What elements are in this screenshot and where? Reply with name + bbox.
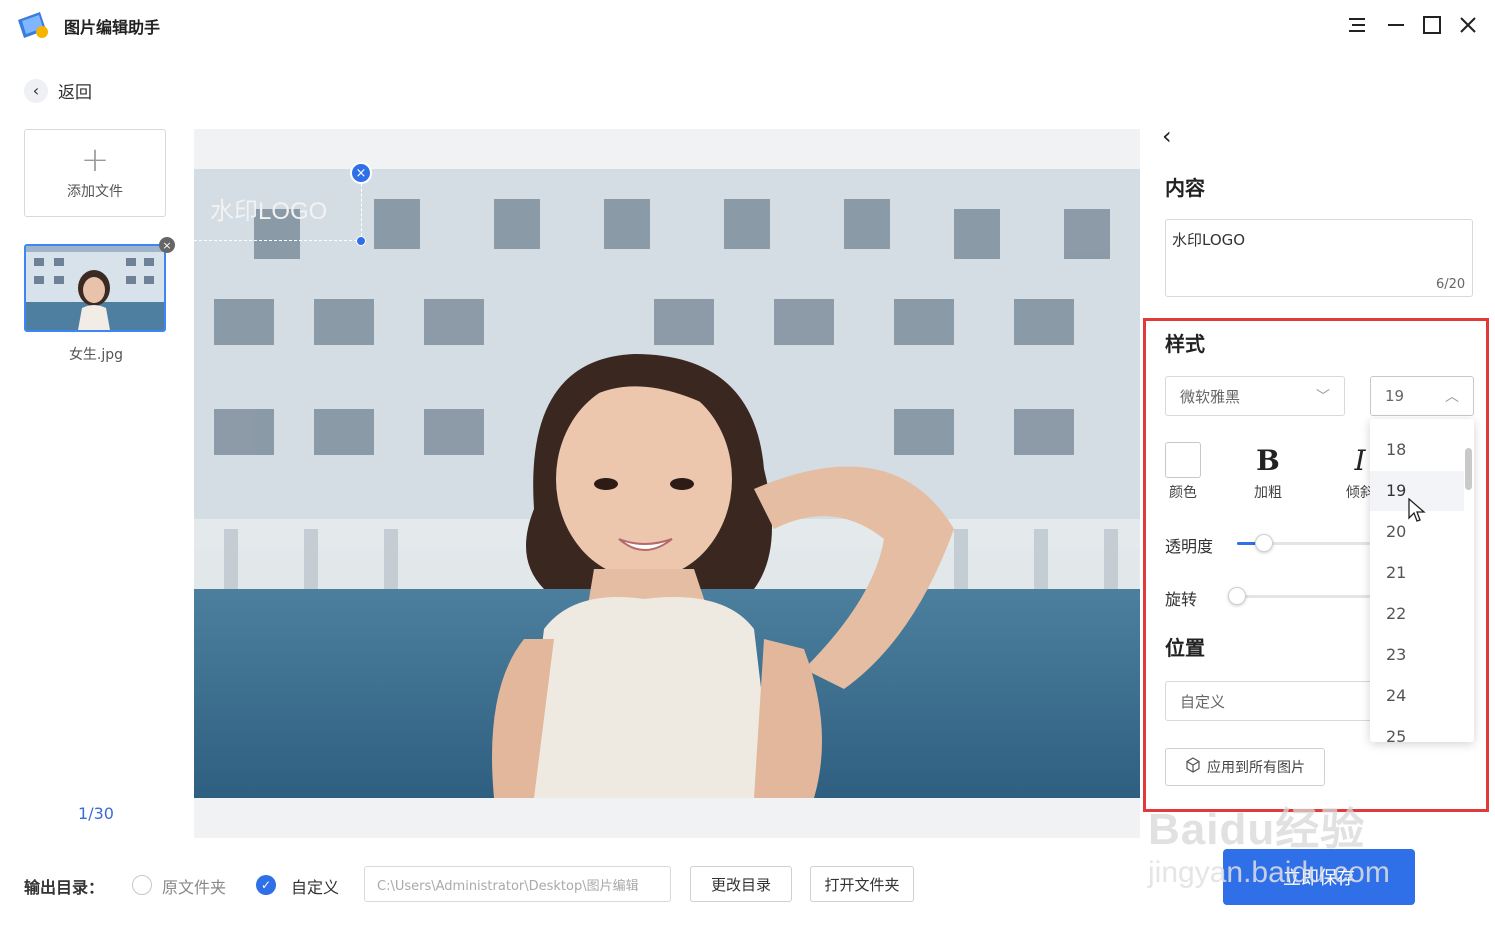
size-option[interactable]: 24: [1370, 676, 1464, 716]
color-swatch: [1165, 442, 1201, 478]
photo-preview: [194, 169, 1140, 798]
dropdown-scrollbar[interactable]: [1465, 448, 1472, 490]
size-option[interactable]: 23: [1370, 635, 1464, 675]
maximize-icon[interactable]: [1419, 12, 1445, 38]
app-title: 图片编辑助手: [64, 18, 161, 37]
add-file-button[interactable]: + 添加文件: [24, 129, 166, 217]
output-dir-label: 输出目录：: [24, 878, 105, 897]
resize-handle[interactable]: [356, 236, 366, 246]
menu-icon[interactable]: [1344, 12, 1370, 38]
watermark-delete-icon[interactable]: ×: [350, 162, 372, 184]
size-option[interactable]: 25: [1370, 717, 1464, 742]
color-label: 颜色: [1169, 485, 1197, 501]
open-folder-button[interactable]: 打开文件夹: [810, 866, 914, 902]
font-select-value: 微软雅黑: [1180, 387, 1241, 406]
mouse-cursor-icon: [1408, 497, 1426, 528]
chevron-down-icon: ﹀: [1316, 389, 1330, 405]
apply-all-label: 应用到所有图片: [1207, 760, 1305, 776]
position-select-value: 自定义: [1180, 692, 1226, 711]
site-watermark-url: jingyan.baidu.com: [1148, 856, 1390, 889]
radio-custom-label: 自定义: [291, 878, 340, 897]
style-section-title: 样式: [1165, 332, 1205, 356]
watermark-text[interactable]: 水印LOGO: [210, 191, 327, 226]
font-size-select[interactable]: 19 ︿: [1370, 376, 1474, 416]
panel-collapse-chevron-left-icon[interactable]: ‹: [1162, 122, 1172, 150]
rotate-slider-track[interactable]: [1237, 595, 1370, 598]
position-select[interactable]: 自定义: [1165, 681, 1385, 721]
size-option[interactable]: 22: [1370, 594, 1464, 634]
opacity-slider-knob[interactable]: [1254, 534, 1273, 552]
radio-original-label: 原文件夹: [162, 878, 227, 897]
font-select[interactable]: 微软雅黑 ﹀: [1165, 376, 1345, 416]
output-path-field[interactable]: C:\Users\Administrator\Desktop\图片编辑: [364, 866, 671, 902]
change-dir-button[interactable]: 更改目录: [690, 866, 792, 902]
add-file-label: 添加文件: [67, 184, 123, 200]
page-counter: 1/30: [78, 804, 114, 823]
rotate-label: 旋转: [1165, 590, 1198, 609]
bold-toggle[interactable]: B 加粗: [1254, 444, 1282, 502]
opacity-label: 透明度: [1165, 537, 1214, 556]
rotate-slider-knob[interactable]: [1228, 587, 1246, 605]
remove-file-icon[interactable]: ×: [159, 237, 175, 253]
apply-all-button[interactable]: 应用到所有图片: [1165, 748, 1325, 786]
radio-custom-folder[interactable]: ✓: [256, 875, 276, 895]
cube-icon: [1185, 757, 1201, 777]
back-label: 返回: [58, 83, 92, 103]
back-button[interactable]: ‹ 返回: [24, 78, 92, 103]
font-size-dropdown: 18 19 20 21 22 23 24 25: [1370, 419, 1474, 742]
content-value: 水印LOGO: [1172, 231, 1246, 249]
bold-label: 加粗: [1254, 485, 1282, 501]
italic-icon: I: [1354, 444, 1366, 477]
size-option[interactable]: 21: [1370, 553, 1464, 593]
file-thumbnail[interactable]: [24, 244, 166, 332]
color-picker[interactable]: 颜色: [1165, 442, 1201, 502]
position-section-title: 位置: [1165, 636, 1205, 660]
app-logo-icon: [16, 10, 50, 40]
radio-original-folder[interactable]: [132, 875, 152, 895]
bold-icon: B: [1256, 444, 1280, 477]
file-name: 女生.jpg: [68, 347, 124, 363]
close-icon[interactable]: [1455, 12, 1481, 38]
site-watermark-logo: Baidu经验: [1148, 805, 1366, 854]
font-size-value: 19: [1385, 387, 1405, 405]
content-char-count: 6/20: [1436, 277, 1466, 292]
size-option[interactable]: 18: [1370, 430, 1464, 470]
chevron-left-icon: ‹: [24, 78, 48, 103]
content-section-title: 内容: [1165, 176, 1205, 200]
chevron-up-icon: ︿: [1445, 389, 1459, 405]
plus-icon: +: [80, 140, 110, 180]
minimize-icon[interactable]: [1383, 12, 1409, 38]
